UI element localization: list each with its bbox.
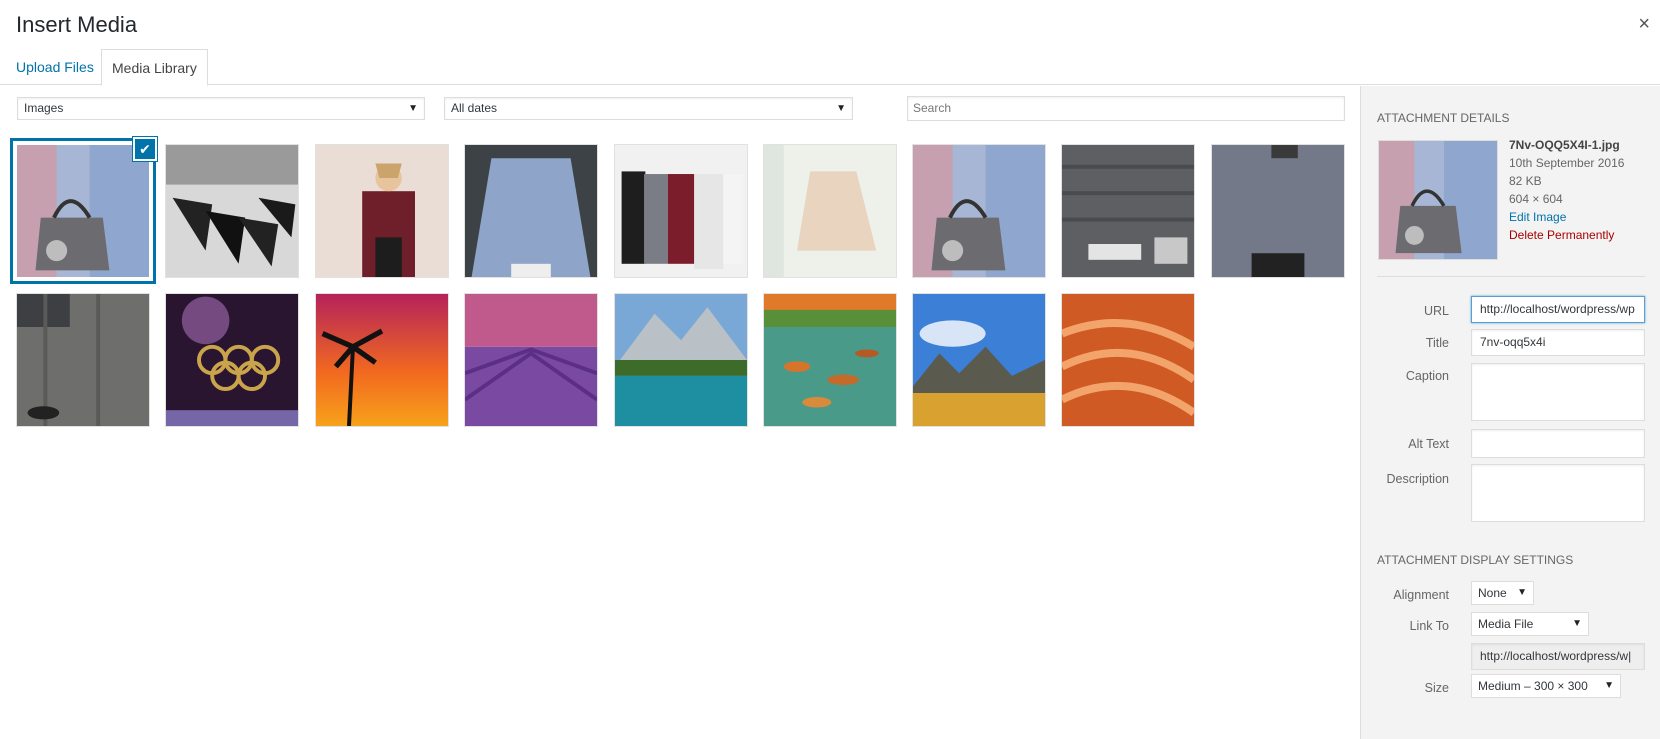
attachment-thumb-sandstone[interactable]	[1061, 293, 1195, 427]
title-label: Title	[1425, 336, 1449, 350]
attachment-thumb-olympic-rings[interactable]	[165, 293, 299, 427]
media-type-filter[interactable]: Images ▼	[17, 97, 425, 120]
attachment-thumb-red-coat[interactable]	[315, 144, 449, 278]
attachment-thumb-cream-sweater[interactable]	[763, 144, 897, 278]
alignment-select[interactable]: None ▼	[1471, 581, 1534, 605]
chevron-down-icon: ▼	[836, 103, 846, 114]
attachment-thumb-wood-desk[interactable]	[1061, 144, 1195, 278]
search-input[interactable]: Search	[907, 96, 1345, 121]
caption-label: Caption	[1405, 369, 1449, 383]
delete-permanently-link[interactable]: Delete Permanently	[1509, 226, 1624, 244]
tab-upload-files[interactable]: Upload Files	[6, 49, 104, 85]
close-icon[interactable]: ×	[1638, 12, 1650, 36]
alt-text-field[interactable]	[1471, 429, 1645, 458]
attachment-thumb-coat-bag-2[interactable]	[912, 144, 1046, 278]
size-label: Size	[1424, 681, 1449, 695]
attachment-thumb-lavender[interactable]	[464, 293, 598, 427]
chevron-down-icon: ▼	[1604, 680, 1614, 691]
attachment-thumb-heels[interactable]	[165, 144, 299, 278]
sidebar-divider	[1377, 276, 1645, 277]
attachment-details-heading: ATTACHMENT DETAILS	[1377, 111, 1510, 125]
chevron-down-icon: ▼	[1517, 587, 1527, 598]
alignment-select-value: None	[1478, 586, 1507, 600]
size-select-value: Medium – 300 × 300	[1478, 679, 1588, 693]
attachment-details-sidebar: ATTACHMENT DETAILS 7Nv-OQQ5X4I-1.jpg 10t…	[1360, 86, 1660, 739]
attachment-filename: 7Nv-OQQ5X4I-1.jpg	[1509, 138, 1620, 152]
description-field[interactable]	[1471, 464, 1645, 522]
alignment-label: Alignment	[1393, 588, 1449, 602]
attachment-thumb-clothes-rack[interactable]	[614, 144, 748, 278]
tab-media-library[interactable]: Media Library	[101, 49, 208, 86]
attachment-date: 10th September 2016	[1509, 156, 1625, 170]
attachment-thumb-lily-pond[interactable]	[763, 293, 897, 427]
caption-field[interactable]	[1471, 363, 1645, 421]
link-to-select-value: Media File	[1478, 617, 1534, 631]
date-filter[interactable]: All dates ▼	[444, 97, 853, 120]
date-filter-value: All dates	[451, 101, 498, 115]
attachment-preview	[1378, 140, 1498, 260]
size-select[interactable]: Medium – 300 × 300 ▼	[1471, 674, 1621, 698]
url-label: URL	[1423, 304, 1449, 318]
media-type-filter-value: Images	[24, 101, 64, 115]
edit-image-link[interactable]: Edit Image	[1509, 208, 1624, 226]
attachment-thumb-savanna[interactable]	[912, 293, 1046, 427]
insert-media-modal: Insert Media × Upload Files Media Librar…	[0, 0, 1660, 739]
link-to-select[interactable]: Media File ▼	[1471, 612, 1589, 636]
media-tabs: Upload Files Media Library	[0, 49, 1660, 86]
attachment-thumb-sunset-palm[interactable]	[315, 293, 449, 427]
attachment-filesize: 82 KB	[1509, 174, 1542, 188]
url-field[interactable]: http://localhost/wordpress/wp	[1471, 296, 1645, 323]
attachment-thumb-mountain-lake[interactable]	[614, 293, 748, 427]
title-field[interactable]: 7nv-oqq5x4i	[1471, 329, 1645, 356]
description-label: Description	[1386, 472, 1449, 486]
attachment-info: 7Nv-OQQ5X4I-1.jpg 10th September 2016 82…	[1509, 136, 1624, 244]
attachment-thumb-coat-bag[interactable]	[10, 138, 156, 284]
link-url-field[interactable]: http://localhost/wordpress/w|	[1471, 643, 1645, 670]
chevron-down-icon: ▼	[1572, 618, 1582, 629]
link-to-label: Link To	[1409, 619, 1449, 633]
chevron-down-icon: ▼	[408, 103, 418, 114]
media-toolbar: Images ▼ All dates ▼ Search	[0, 86, 1360, 130]
display-settings-heading: ATTACHMENT DISPLAY SETTINGS	[1377, 553, 1574, 567]
selected-check-icon[interactable]: ✔	[133, 137, 157, 161]
alt-text-label: Alt Text	[1408, 437, 1449, 451]
attachment-dimensions: 604 × 604	[1509, 192, 1563, 206]
attachment-thumb-blue-sweater[interactable]	[464, 144, 598, 278]
attachment-thumb-wood-glasses[interactable]	[16, 293, 150, 427]
modal-title: Insert Media	[16, 12, 138, 37]
attachment-thumb-phone-desk[interactable]	[1211, 144, 1345, 278]
